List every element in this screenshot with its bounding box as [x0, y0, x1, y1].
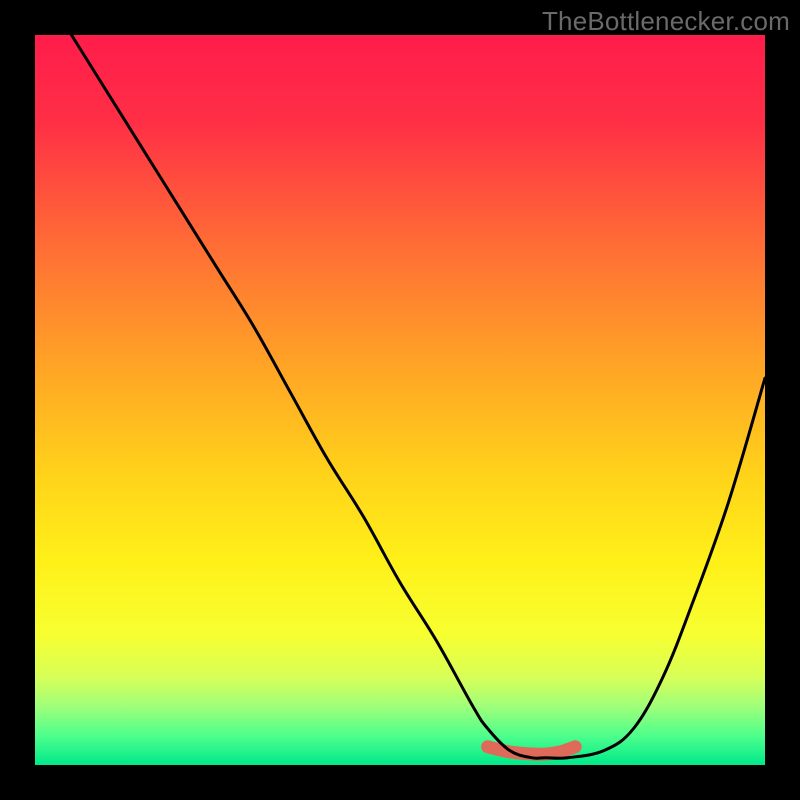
- chart-plot-area: [35, 35, 765, 765]
- chart-frame: [35, 35, 765, 765]
- optimal-zone-highlight: [488, 747, 576, 755]
- watermark-text: TheBottlenecker.com: [542, 6, 790, 37]
- bottleneck-curve: [72, 35, 766, 758]
- chart-lines: [35, 35, 765, 765]
